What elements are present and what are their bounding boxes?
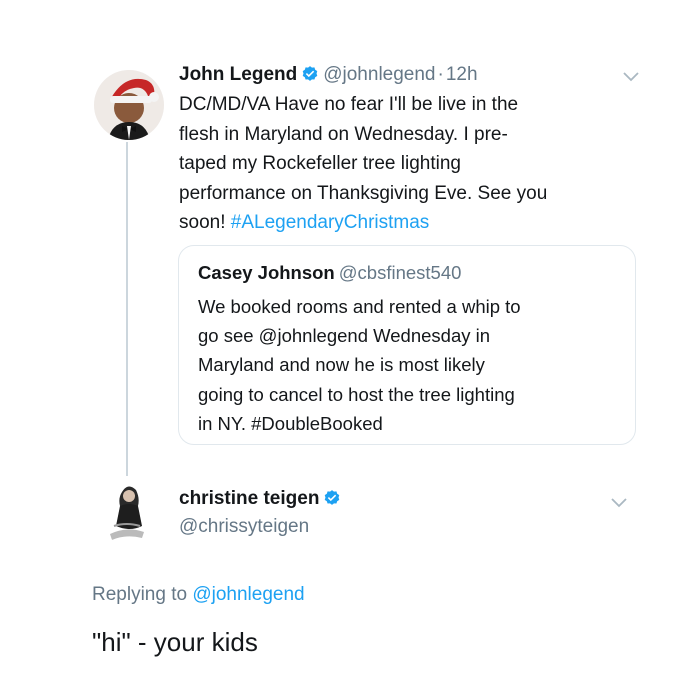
chevron-down-icon[interactable] bbox=[610, 497, 628, 509]
quoted-tweet-header: Casey Johnson @cbsfinest540 bbox=[198, 260, 461, 286]
reply-author-row: christine teigen bbox=[179, 486, 345, 512]
quoted-author-name: Casey Johnson bbox=[198, 262, 335, 283]
reply-tweet-text: "hi" - your kids bbox=[92, 627, 258, 657]
quoted-author-handle: @cbsfinest540 bbox=[338, 262, 462, 283]
author-name[interactable]: John Legend bbox=[179, 64, 297, 85]
quoted-tweet-card[interactable]: Casey Johnson @cbsfinest540 We booked roo… bbox=[178, 245, 636, 445]
reply-author-name[interactable]: christine teigen bbox=[179, 488, 319, 509]
author-handle[interactable]: @johnlegend bbox=[323, 64, 435, 85]
quoted-text-line: Maryland and now he is most likely bbox=[198, 354, 485, 376]
tweet-text-last-line: soon! #ALegendaryChristmas bbox=[179, 208, 639, 238]
avatar-santa-hat-icon bbox=[94, 70, 164, 140]
verified-badge-icon bbox=[325, 490, 340, 505]
avatar-portrait-icon bbox=[96, 480, 160, 544]
replying-to-label: Replying to @johnlegend bbox=[92, 582, 305, 608]
tweet-text-line: taped my Rockefeller tree lighting bbox=[179, 153, 461, 174]
quoted-text-line: go see @johnlegend Wednesday in bbox=[198, 325, 491, 347]
reply-author-handle[interactable]: @chrissyteigen bbox=[179, 514, 309, 540]
quoted-text-line: We booked rooms and rented a whip to bbox=[198, 296, 521, 317]
quoted-text-line: going to cancel to host the tree lightin… bbox=[198, 383, 515, 405]
thread-connector-line bbox=[126, 142, 128, 476]
replying-to-mention[interactable]: @johnlegend bbox=[192, 584, 304, 605]
john-legend-avatar[interactable] bbox=[94, 70, 164, 140]
tweet-text-line: DC/MD/VA Have no fear I'll be live in th… bbox=[179, 94, 519, 115]
tweet-text-line: flesh in Maryland on Wednesday. I pre- bbox=[179, 123, 508, 145]
tweet-text-fragment: soon! bbox=[179, 212, 231, 233]
tweet-thread-screenshot: John Legend @johnlegend · 12h DC/MD/VA Have… bbox=[0, 0, 700, 700]
chevron-down-icon[interactable] bbox=[622, 71, 640, 83]
hashtag-link[interactable]: #ALegendaryChristmas bbox=[231, 212, 430, 233]
tweet-text-line: performance on Thanksgiving Eve. See you bbox=[179, 182, 548, 204]
replying-to-prefix: Replying to bbox=[92, 584, 193, 605]
quoted-tweet-text: We booked rooms and rented a whip to go … bbox=[198, 292, 628, 438]
quoted-text-line: in NY. #DoubleBooked bbox=[198, 412, 383, 434]
separator-dot: · bbox=[437, 64, 444, 85]
chrissy-teigen-avatar[interactable] bbox=[96, 480, 160, 544]
tweet-header: John Legend @johnlegend · 12h bbox=[179, 62, 599, 88]
tweet-text: DC/MD/VA Have no fear I'll be live in th… bbox=[179, 90, 639, 238]
verified-badge-icon bbox=[302, 66, 318, 81]
tweet-timestamp[interactable]: 12h bbox=[446, 64, 478, 85]
